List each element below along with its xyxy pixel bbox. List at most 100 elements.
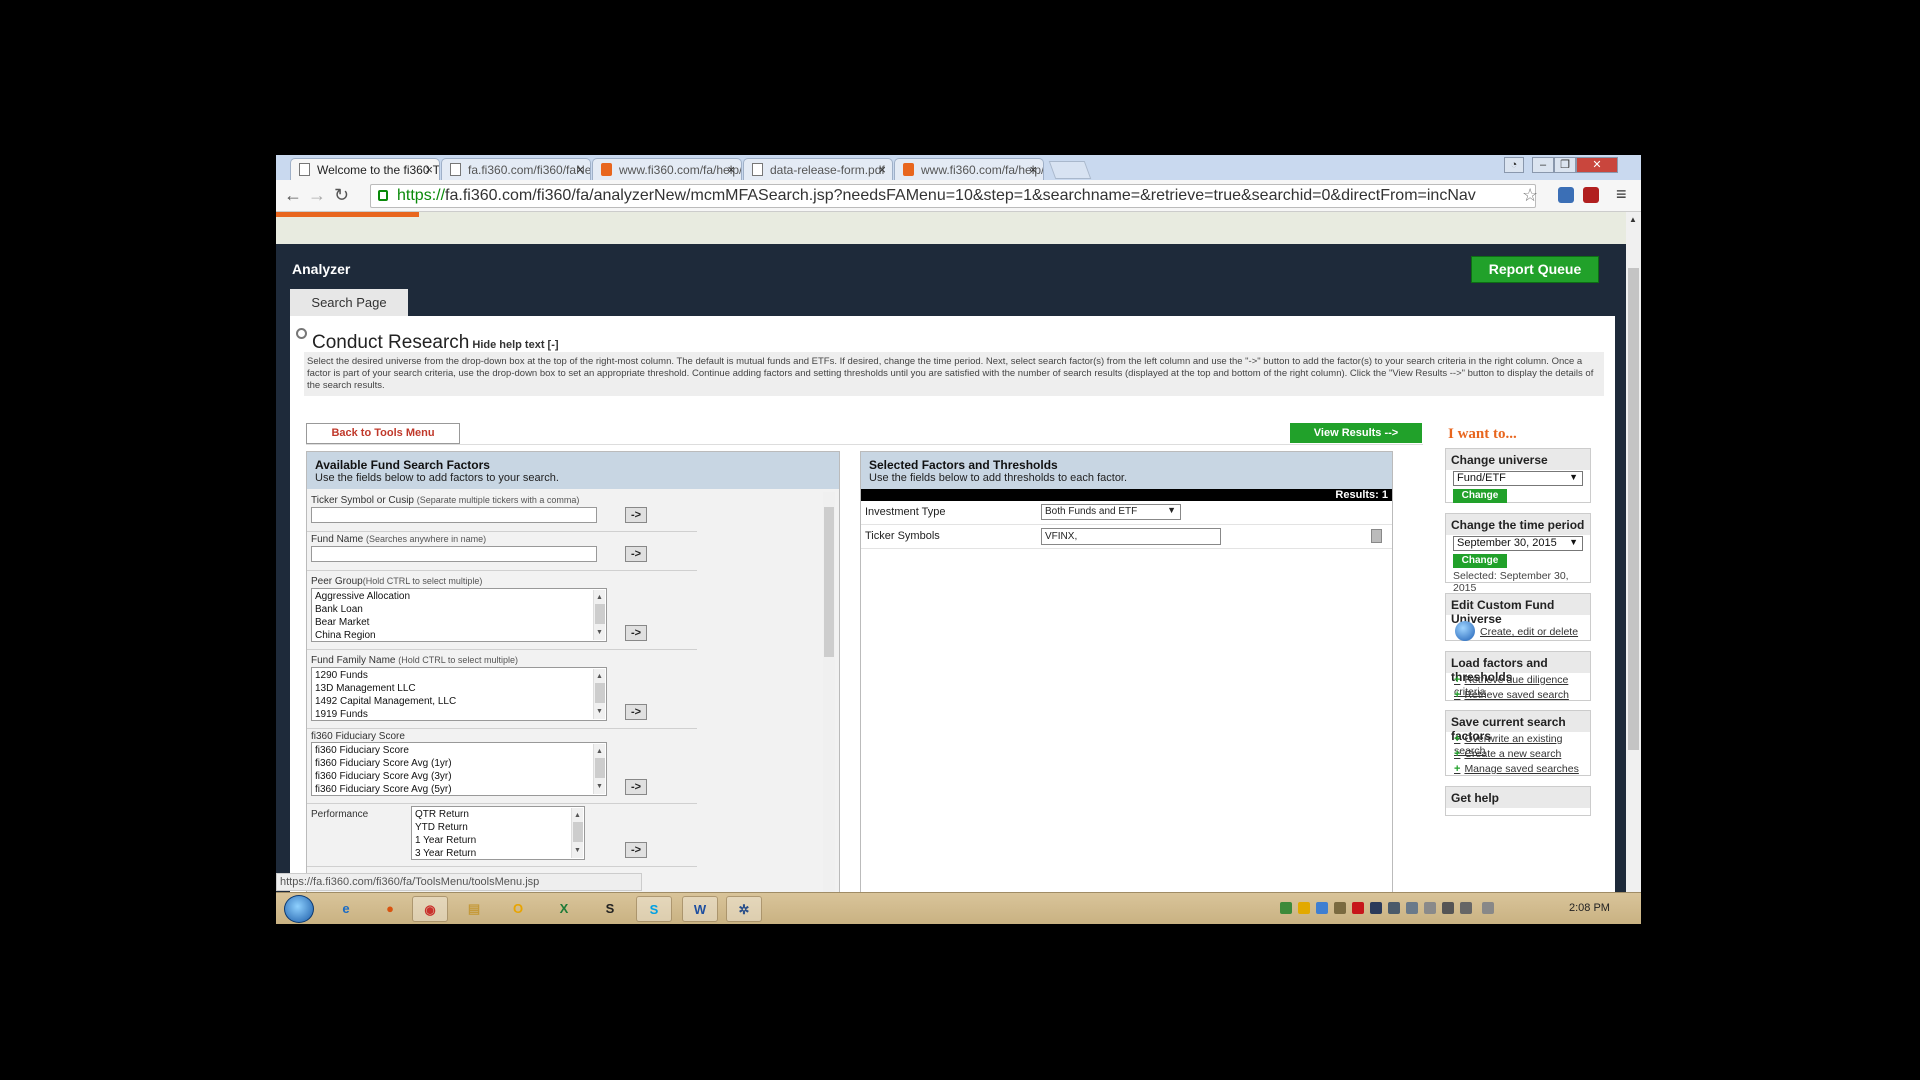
tray-app-icon[interactable] — [1334, 902, 1346, 914]
manage-searches-link[interactable]: + Manage saved searches — [1454, 763, 1579, 775]
monitor-icon[interactable] — [1388, 902, 1400, 914]
skype-icon[interactable]: S — [636, 896, 672, 922]
warning-icon[interactable] — [1298, 902, 1310, 914]
list-item[interactable]: China Region — [315, 629, 603, 641]
ticker-input[interactable] — [311, 507, 597, 523]
close-tab-icon[interactable]: × — [878, 162, 886, 177]
list-item[interactable]: Bank Loan — [315, 603, 603, 616]
tab-search-page[interactable]: Search Page — [290, 289, 408, 316]
list-item[interactable]: 1 Year Return — [415, 834, 581, 847]
list-item[interactable]: fi360 Fiduciary Score Avg (5yr) — [315, 783, 603, 795]
outlook-icon[interactable]: O — [500, 896, 536, 922]
list-item[interactable]: YTD Return — [415, 821, 581, 834]
list-scrollbar[interactable]: ▲ ▼ — [571, 808, 583, 858]
panel-scrollbar[interactable] — [823, 492, 835, 917]
settings-icon[interactable]: ✲ — [726, 896, 762, 922]
change-universe-button[interactable]: Change — [1453, 489, 1507, 503]
change-period-button[interactable]: Change — [1453, 554, 1507, 568]
load-factors-box: Load factors and thresholds + Retrieve du… — [1445, 651, 1591, 701]
list-item[interactable]: fi360 Fiduciary Score Avg (1yr) — [315, 757, 603, 770]
add-score-button[interactable]: -> — [625, 779, 647, 795]
ticker-symbols-input[interactable]: VFINX, — [1041, 528, 1221, 545]
maximize-button[interactable]: ❐ — [1554, 157, 1576, 173]
ublock-icon[interactable] — [1583, 187, 1599, 203]
retrieve-saved-search-link[interactable]: + Retrieve saved search — [1454, 689, 1569, 701]
word-icon[interactable]: W — [682, 896, 718, 922]
chrome-icon[interactable]: ◉ — [412, 896, 448, 922]
back-to-tools-button[interactable]: Back to Tools Menu — [306, 423, 460, 444]
extension-icon[interactable] — [1558, 187, 1574, 203]
close-tab-icon[interactable]: × — [576, 162, 584, 177]
list-item[interactable]: fi360 Fiduciary Score — [315, 744, 603, 757]
list-scrollbar[interactable]: ▲ ▼ — [593, 590, 605, 640]
list-item[interactable]: 1919 Funds — [315, 708, 603, 720]
snowflake-icon[interactable] — [1316, 902, 1328, 914]
ie-icon[interactable]: e — [328, 896, 364, 922]
add-peer-group-button[interactable]: -> — [625, 625, 647, 641]
list-item[interactable]: Bear Market — [315, 616, 603, 629]
close-tab-icon[interactable]: × — [1029, 162, 1037, 177]
universe-select[interactable]: Fund/ETF ▼ — [1453, 471, 1583, 486]
view-results-button[interactable]: View Results --> — [1290, 423, 1422, 443]
new-tab-button[interactable] — [1048, 161, 1092, 179]
shield-icon[interactable] — [1280, 902, 1292, 914]
fund-name-input[interactable] — [311, 546, 597, 562]
tray-app-icon[interactable] — [1352, 902, 1364, 914]
list-scrollbar[interactable]: ▲ ▼ — [593, 669, 605, 719]
clock[interactable]: 2:08 PM — [1569, 902, 1610, 914]
profile-icon[interactable]: ◔ — [1504, 157, 1524, 173]
flag-icon[interactable] — [1482, 902, 1494, 914]
signal-icon[interactable] — [1442, 902, 1454, 914]
tray-app-icon[interactable] — [1370, 902, 1382, 914]
list-item[interactable]: fi360 Fiduciary Score Avg (3yr) — [315, 770, 603, 783]
hide-help-link[interactable]: Hide help text [-] — [472, 339, 558, 351]
menu-icon[interactable]: ≡ — [1616, 184, 1627, 205]
forward-icon[interactable]: → — [308, 185, 326, 206]
add-performance-button[interactable]: -> — [625, 842, 647, 858]
close-tab-icon[interactable]: × — [425, 162, 433, 177]
tab-fanew[interactable]: fa.fi360.com/fi360/faNew × — [441, 158, 591, 180]
page-scrollbar[interactable]: ▲ ▼ — [1626, 212, 1641, 908]
explorer-icon[interactable]: ▤ — [456, 896, 492, 922]
list-item[interactable]: 1492 Capital Management, LLC — [315, 695, 603, 708]
tab-title: Welcome to the fi360 Too — [317, 163, 440, 177]
bookmark-star-icon[interactable]: ☆ — [1522, 185, 1538, 206]
app-icon[interactable]: S — [592, 896, 628, 922]
tab-pdf[interactable]: data-release-form.pdf × — [743, 158, 893, 180]
back-icon[interactable]: ← — [284, 185, 302, 206]
list-item[interactable]: 3 Year Return — [415, 847, 581, 859]
tray-app-icon[interactable] — [1406, 902, 1418, 914]
start-button[interactable] — [284, 895, 314, 923]
add-ticker-button[interactable]: -> — [625, 507, 647, 523]
create-edit-delete-link[interactable]: Create, edit or delete — [1480, 626, 1578, 638]
list-scrollbar[interactable]: ▲ ▼ — [593, 744, 605, 794]
peer-group-list[interactable]: Aggressive Allocation Bank Loan Bear Mar… — [311, 588, 607, 642]
add-fund-name-button[interactable]: -> — [625, 546, 647, 562]
investment-type-select[interactable]: Both Funds and ETF ▼ — [1041, 504, 1181, 520]
fiduciary-score-list[interactable]: fi360 Fiduciary Score fi360 Fiduciary Sc… — [311, 742, 607, 796]
firefox-icon[interactable]: ● — [372, 896, 408, 922]
performance-list[interactable]: QTR Return YTD Return 1 Year Return 3 Ye… — [411, 806, 585, 860]
fund-family-list[interactable]: 1290 Funds 13D Management LLC 1492 Capit… — [311, 667, 607, 721]
list-item[interactable]: 13D Management LLC — [315, 682, 603, 695]
tab-welcome[interactable]: Welcome to the fi360 Too × — [290, 158, 440, 181]
reload-icon[interactable]: ↻ — [334, 185, 349, 206]
battery-icon[interactable] — [1424, 902, 1436, 914]
list-item[interactable]: 1290 Funds — [315, 669, 603, 682]
report-queue-button[interactable]: Report Queue — [1471, 256, 1599, 283]
trash-icon[interactable] — [1371, 529, 1382, 543]
close-window-button[interactable]: ✕ — [1576, 157, 1618, 173]
tab-help-p[interactable]: www.fi360.com/fa/help/p × — [592, 158, 742, 180]
list-item[interactable]: Aggressive Allocation — [315, 590, 603, 603]
period-select[interactable]: September 30, 2015 ▼ — [1453, 536, 1583, 551]
close-tab-icon[interactable]: × — [727, 162, 735, 177]
excel-icon[interactable]: X — [546, 896, 582, 922]
volume-icon[interactable] — [1460, 902, 1472, 914]
list-item[interactable]: QTR Return — [415, 808, 581, 821]
add-fund-family-button[interactable]: -> — [625, 704, 647, 720]
url-input[interactable]: https://fa.fi360.com/fi360/fa/analyzerNe… — [370, 184, 1536, 208]
create-search-link[interactable]: + Create a new search — [1454, 748, 1561, 760]
tab-help-f[interactable]: www.fi360.com/fa/help/F × — [894, 158, 1044, 180]
minimize-button[interactable]: – — [1532, 157, 1554, 173]
scroll-thumb[interactable] — [1628, 268, 1639, 750]
